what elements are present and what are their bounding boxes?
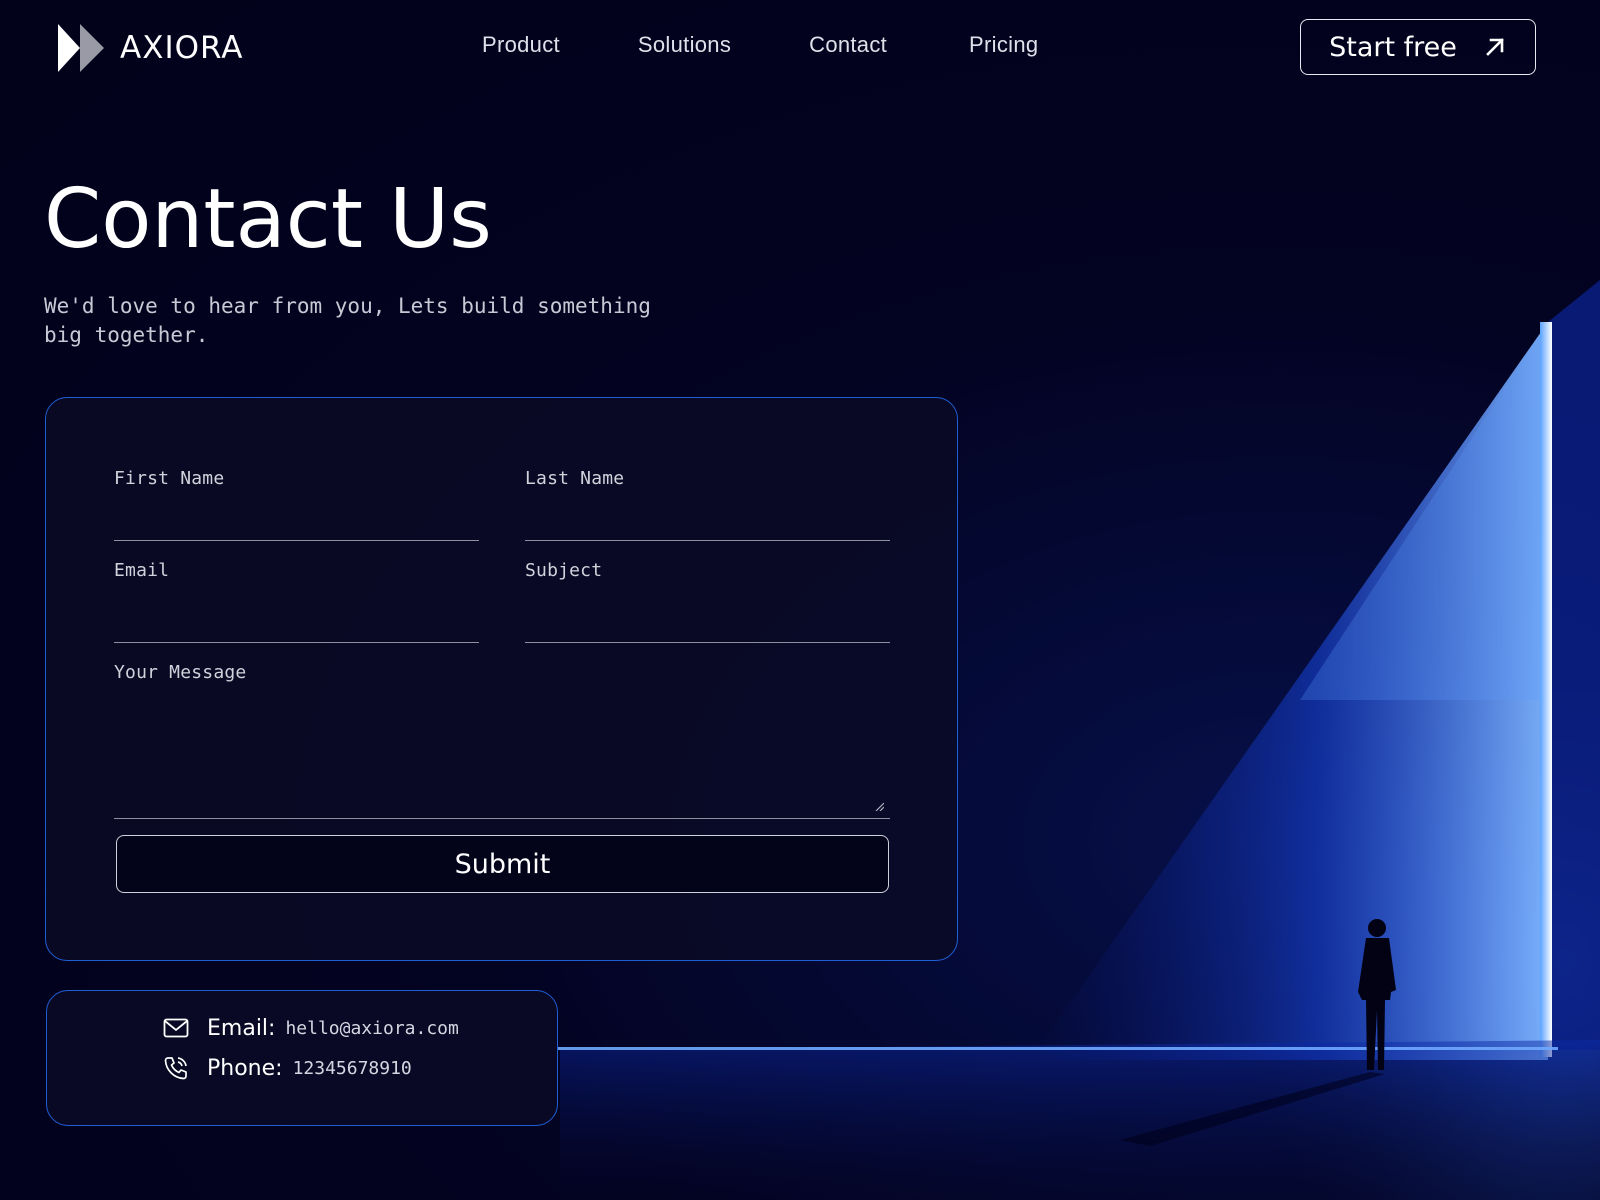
phone-key: Phone: — [207, 1055, 283, 1081]
double-chevron-logo-icon — [58, 24, 104, 72]
first-name-field-group: First Name — [114, 468, 479, 541]
nav-link-contact[interactable]: Contact — [809, 32, 887, 58]
phone-ringing-icon — [164, 1057, 187, 1080]
first-name-input[interactable] — [114, 501, 479, 541]
brand-name: AXIORA — [120, 30, 244, 66]
email-value-link[interactable]: hello@axiora.com — [285, 1018, 458, 1039]
message-textarea[interactable] — [114, 695, 890, 819]
contact-email-row: Email: hello@axiora.com — [163, 1015, 459, 1041]
contact-phone-row: Phone: 12345678910 — [163, 1055, 412, 1081]
brand-logo[interactable]: AXIORA — [58, 22, 243, 74]
nav-link-product[interactable]: Product — [482, 32, 560, 58]
last-name-field-group: Last Name — [525, 468, 890, 541]
start-free-label: Start free — [1329, 31, 1457, 63]
envelope-icon — [163, 1018, 189, 1038]
email-field-group: Email — [114, 560, 479, 643]
nav-links: Product Solutions Contact Pricing — [482, 32, 1116, 58]
submit-button[interactable]: Submit — [116, 835, 889, 893]
first-name-label: First Name — [114, 468, 225, 489]
nav-link-solutions[interactable]: Solutions — [638, 32, 731, 58]
message-field-group: Your Message — [114, 662, 890, 819]
nav-link-pricing[interactable]: Pricing — [969, 32, 1038, 58]
contact-page: AXIORA Product Solutions Contact Pricing… — [0, 0, 1600, 1200]
phone-value-link[interactable]: 12345678910 — [293, 1058, 412, 1079]
last-name-label: Last Name — [525, 468, 625, 489]
subject-field-group: Subject — [525, 560, 890, 643]
contact-info-card: Email: hello@axiora.com Phone: 123456789… — [46, 990, 558, 1126]
subject-input[interactable] — [525, 593, 890, 643]
contact-form: First Name Last Name Email Subject Your … — [45, 397, 958, 961]
page-subtitle: We'd love to hear from you, Lets build s… — [44, 294, 651, 347]
last-name-input[interactable] — [525, 501, 890, 541]
email-label: Email — [114, 560, 170, 581]
arrow-up-right-icon — [1486, 38, 1504, 56]
email-key: Email: — [207, 1015, 276, 1041]
email-input[interactable] — [114, 593, 479, 643]
message-label: Your Message — [114, 662, 247, 683]
resize-grip-icon[interactable] — [874, 801, 884, 811]
start-free-button[interactable]: Start free — [1300, 19, 1536, 75]
page-title: Contact Us — [44, 172, 492, 267]
subject-label: Subject — [525, 560, 603, 581]
top-navigation: AXIORA Product Solutions Contact Pricing… — [0, 0, 1600, 96]
